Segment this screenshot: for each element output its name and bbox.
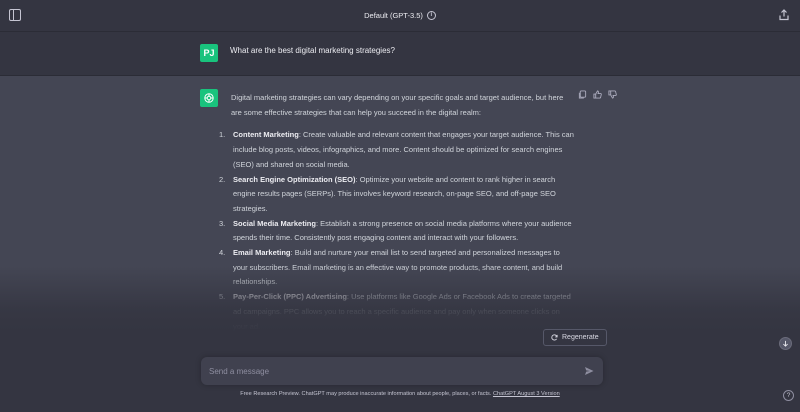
message-input[interactable] [209, 363, 569, 379]
regenerate-button[interactable]: Regenerate [543, 329, 607, 346]
scroll-to-bottom-button[interactable] [779, 337, 792, 350]
regenerate-label: Regenerate [562, 334, 599, 341]
list-item: 3. Social Media Marketing: Establish a st… [219, 217, 576, 246]
version-link[interactable]: ChatGPT August 3 Version [493, 391, 560, 397]
sidebar-toggle-icon[interactable] [9, 9, 21, 21]
assistant-message-content: Digital marketing strategies can vary de… [219, 91, 576, 349]
list-item-title: Influencer Marketing [233, 336, 307, 346]
list-item-number: 3. [219, 218, 226, 228]
list-item-number: 4. [219, 248, 226, 258]
send-icon[interactable] [584, 366, 594, 376]
list-item-title: Content Marketing [233, 130, 299, 140]
list-item: 2. Search Engine Optimization (SEO): Opti… [219, 173, 576, 217]
thumbs-up-icon[interactable] [593, 90, 602, 99]
footer-text: Free Research Preview. ChatGPT may produ… [240, 391, 493, 397]
user-avatar: PJ [200, 44, 218, 62]
footer-disclaimer: Free Research Preview. ChatGPT may produ… [0, 391, 800, 397]
list-item-title: Social Media Marketing [233, 218, 316, 228]
user-message-text: What are the best digital marketing stra… [230, 46, 395, 55]
model-title-text: Default (GPT-3.5) [364, 11, 423, 20]
list-item: 1. Content Marketing: Create valuable and… [219, 128, 576, 172]
list-item-title: Search Engine Optimization (SEO) [233, 174, 356, 184]
model-title: Default (GPT-3.5) i [364, 11, 436, 20]
list-item-number: 6. [219, 336, 226, 346]
list-item-number: 2. [219, 174, 226, 184]
help-icon[interactable]: ? [783, 390, 794, 401]
share-icon[interactable] [778, 9, 790, 21]
message-composer [201, 357, 603, 385]
user-message: PJ What are the best digital marketing s… [0, 32, 800, 76]
top-bar: Default (GPT-3.5) i [0, 0, 800, 32]
refresh-icon [551, 334, 558, 341]
list-item-title: Email Marketing [233, 248, 291, 258]
copy-icon[interactable] [578, 90, 587, 99]
assistant-intro: Digital marketing strategies can vary de… [231, 93, 564, 117]
list-item-number: 5. [219, 292, 226, 302]
list-item: 6. Influencer Marketing: Partner with inf… [219, 334, 576, 349]
chatgpt-logo-icon [200, 89, 218, 107]
strategy-list: 1. Content Marketing: Create valuable and… [219, 128, 576, 349]
list-item-number: 1. [219, 130, 226, 140]
message-actions [578, 90, 617, 99]
thumbs-down-icon[interactable] [608, 90, 617, 99]
info-icon[interactable]: i [426, 11, 436, 20]
list-item: 5. Pay-Per-Click (PPC) Advertising: Use p… [219, 290, 576, 334]
arrow-down-icon [783, 340, 788, 347]
list-item: 4. Email Marketing: Build and nurture you… [219, 246, 576, 290]
list-item-title: Pay-Per-Click (PPC) Advertising [233, 292, 347, 302]
list-item-body: : Partner with influencers in your indus… [306, 336, 568, 346]
